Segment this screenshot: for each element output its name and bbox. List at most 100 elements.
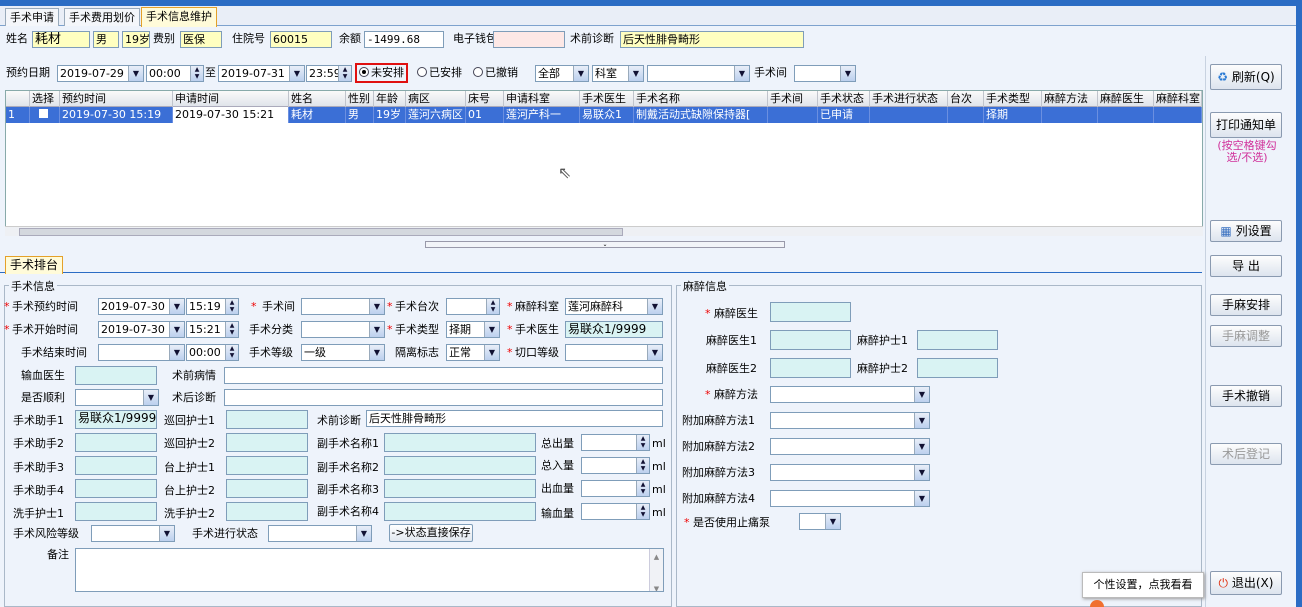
col-header[interactable]: 手术间 (768, 91, 818, 107)
splitter-handle[interactable]: ⌄ (425, 241, 785, 248)
appt-time-spinner[interactable]: 15:19 ▲ ▼ (186, 298, 239, 315)
col-header[interactable]: 病区 (406, 91, 466, 107)
dept-select[interactable]: 科室 ▼ (592, 65, 644, 82)
col-header[interactable]: 台次 (948, 91, 984, 107)
exit-button[interactable]: ⏻ 退出(X) (1210, 571, 1282, 595)
radio-cancelled[interactable]: 已撤销 (473, 65, 518, 81)
to-date-picker[interactable]: 2019-07-31 ▼ (218, 65, 305, 82)
tour2-field[interactable] (226, 433, 308, 452)
dropdown-arrow-icon[interactable]: ▼ (369, 322, 384, 337)
spinner-icon[interactable]: ▲ ▼ (225, 299, 238, 314)
dropdown-arrow-icon[interactable]: ▼ (825, 514, 840, 529)
col-header[interactable]: 麻醉医生 (1098, 91, 1154, 107)
pre-diag-field[interactable]: 后天性腓骨畸形 (366, 410, 663, 427)
dropdown-arrow-icon[interactable]: ▼ (143, 390, 158, 405)
dropdown-arrow-icon[interactable]: ▼ (369, 299, 384, 314)
anes-doc1-field[interactable] (770, 330, 851, 350)
blood-doc-field[interactable] (75, 366, 157, 385)
spinner-icon[interactable]: ▲ ▼ (190, 66, 203, 81)
add4-select[interactable]: ▼ (770, 490, 930, 507)
spinner-icon[interactable]: ▲ ▼ (636, 435, 649, 450)
adjust-button[interactable]: 手麻调整 (1210, 325, 1282, 347)
dropdown-arrow-icon[interactable]: ▼ (914, 491, 929, 506)
wash1-field[interactable] (75, 502, 157, 521)
dept-value-select[interactable]: ▼ (647, 65, 750, 82)
start-date-picker[interactable]: 2019-07-30 ▼ (98, 321, 185, 338)
dropdown-arrow-icon[interactable]: ▼ (484, 322, 499, 337)
dropdown-arrow-icon[interactable]: ▼ (484, 345, 499, 360)
dropdown-arrow-icon[interactable]: ▼ (647, 299, 662, 314)
cancel-surgery-button[interactable]: 手术撤销 (1210, 385, 1282, 407)
dropdown-arrow-icon[interactable]: ▼ (169, 322, 184, 337)
select-checkbox[interactable] (30, 107, 60, 123)
trans-spinner[interactable]: ▲ ▼ (581, 503, 650, 520)
iso-select[interactable]: 正常 ▼ (446, 344, 500, 361)
remark-textarea[interactable]: ▲ ▼ (75, 548, 664, 592)
anes-nurse1-field[interactable] (917, 330, 998, 350)
dropdown-arrow-icon[interactable]: ▼ (289, 66, 304, 81)
dropdown-arrow-icon[interactable]: ▼ (356, 526, 371, 541)
pre-cond-field[interactable] (224, 367, 663, 384)
stage2-field[interactable] (226, 479, 308, 498)
col-header[interactable]: 手术状态 (818, 91, 870, 107)
refresh-button[interactable]: ♻ 刷新(Q) (1210, 64, 1282, 90)
spinner-icon[interactable]: ▲ ▼ (636, 481, 649, 496)
spinner-icon[interactable]: ▲ ▼ (636, 504, 649, 519)
dropdown-arrow-icon[interactable]: ▼ (840, 66, 855, 81)
in-spinner[interactable]: ▲ ▼ (581, 457, 650, 474)
radio-unarranged[interactable]: 未安排 (355, 63, 408, 83)
wash2-field[interactable] (226, 502, 308, 521)
from-date-picker[interactable]: 2019-07-29 ▼ (57, 65, 144, 82)
col-header[interactable]: 选择 (30, 91, 60, 107)
save-status-button[interactable]: ->状态直接保存 (389, 524, 473, 542)
col-header[interactable]: 手术类型 (984, 91, 1042, 107)
col-header[interactable]: 手术医生 (580, 91, 634, 107)
level-select[interactable]: 一级 ▼ (301, 344, 385, 361)
add2-select[interactable]: ▼ (770, 438, 930, 455)
dropdown-arrow-icon[interactable]: ▼ (169, 299, 184, 314)
arrange-button[interactable]: 手麻安排 (1210, 294, 1282, 316)
anes-doc-field[interactable] (770, 302, 851, 322)
col-header[interactable]: 姓名 (289, 91, 346, 107)
dropdown-arrow-icon[interactable]: ▼ (573, 66, 588, 81)
bleed-spinner[interactable]: ▲ ▼ (581, 480, 650, 497)
dropdown-arrow-icon[interactable]: ▼ (369, 345, 384, 360)
spinner-icon[interactable]: ▲ ▼ (486, 299, 499, 314)
dropdown-arrow-icon[interactable]: ▼ (914, 387, 929, 402)
appt-date-picker[interactable]: 2019-07-30 ▼ (98, 298, 185, 315)
personal-settings-tooltip[interactable]: 个性设置，点我看看 (1082, 572, 1204, 598)
status-select[interactable]: ▼ (268, 525, 372, 542)
doctor-field[interactable]: 易联众1/9999 (565, 321, 663, 338)
dropdown-arrow-icon[interactable]: ▼ (128, 66, 143, 81)
tab-surgery-info[interactable]: 手术信息维护 (141, 7, 217, 27)
dropdown-arrow-icon[interactable]: ▼ (914, 413, 929, 428)
post-register-button[interactable]: 术后登记 (1210, 443, 1282, 465)
smooth-select[interactable]: ▼ (75, 389, 159, 406)
sub3-field[interactable] (384, 479, 536, 498)
sub2-field[interactable] (384, 456, 536, 475)
asst2-field[interactable] (75, 433, 157, 452)
sub4-field[interactable] (384, 502, 536, 521)
scope-select[interactable]: 全部 ▼ (535, 65, 589, 82)
add3-select[interactable]: ▼ (770, 464, 930, 481)
col-header[interactable]: 手术进行状态 (870, 91, 948, 107)
risk-select[interactable]: ▼ (91, 525, 175, 542)
col-header[interactable]: 麻醉方法 (1042, 91, 1098, 107)
from-time-spinner[interactable]: 00:00 ▲ ▼ (146, 65, 204, 82)
col-header[interactable]: 年龄 (374, 91, 406, 107)
horizontal-scrollbar[interactable] (5, 226, 1203, 236)
anes-doc2-field[interactable] (770, 358, 851, 378)
end-time-spinner[interactable]: 00:00 ▲ ▼ (186, 344, 239, 361)
spinner-icon[interactable]: ▲ ▼ (225, 322, 238, 337)
tab-surgery-fee[interactable]: 手术费用划价 (64, 8, 140, 26)
spinner-icon[interactable]: ▲ ▼ (225, 345, 238, 360)
textarea-scrollbar[interactable]: ▲ ▼ (649, 549, 663, 591)
scrollbar-thumb[interactable] (19, 228, 623, 236)
asst4-field[interactable] (75, 479, 157, 498)
settings-bubble-icon[interactable] (1090, 600, 1104, 607)
anes-dept-select[interactable]: 莲河麻醉科 ▼ (565, 298, 663, 315)
anes-method-select[interactable]: ▼ (770, 386, 930, 403)
start-time-spinner[interactable]: 15:21 ▲ ▼ (186, 321, 239, 338)
post-diag-field[interactable] (224, 389, 663, 406)
col-header[interactable]: 手术名称 (634, 91, 768, 107)
